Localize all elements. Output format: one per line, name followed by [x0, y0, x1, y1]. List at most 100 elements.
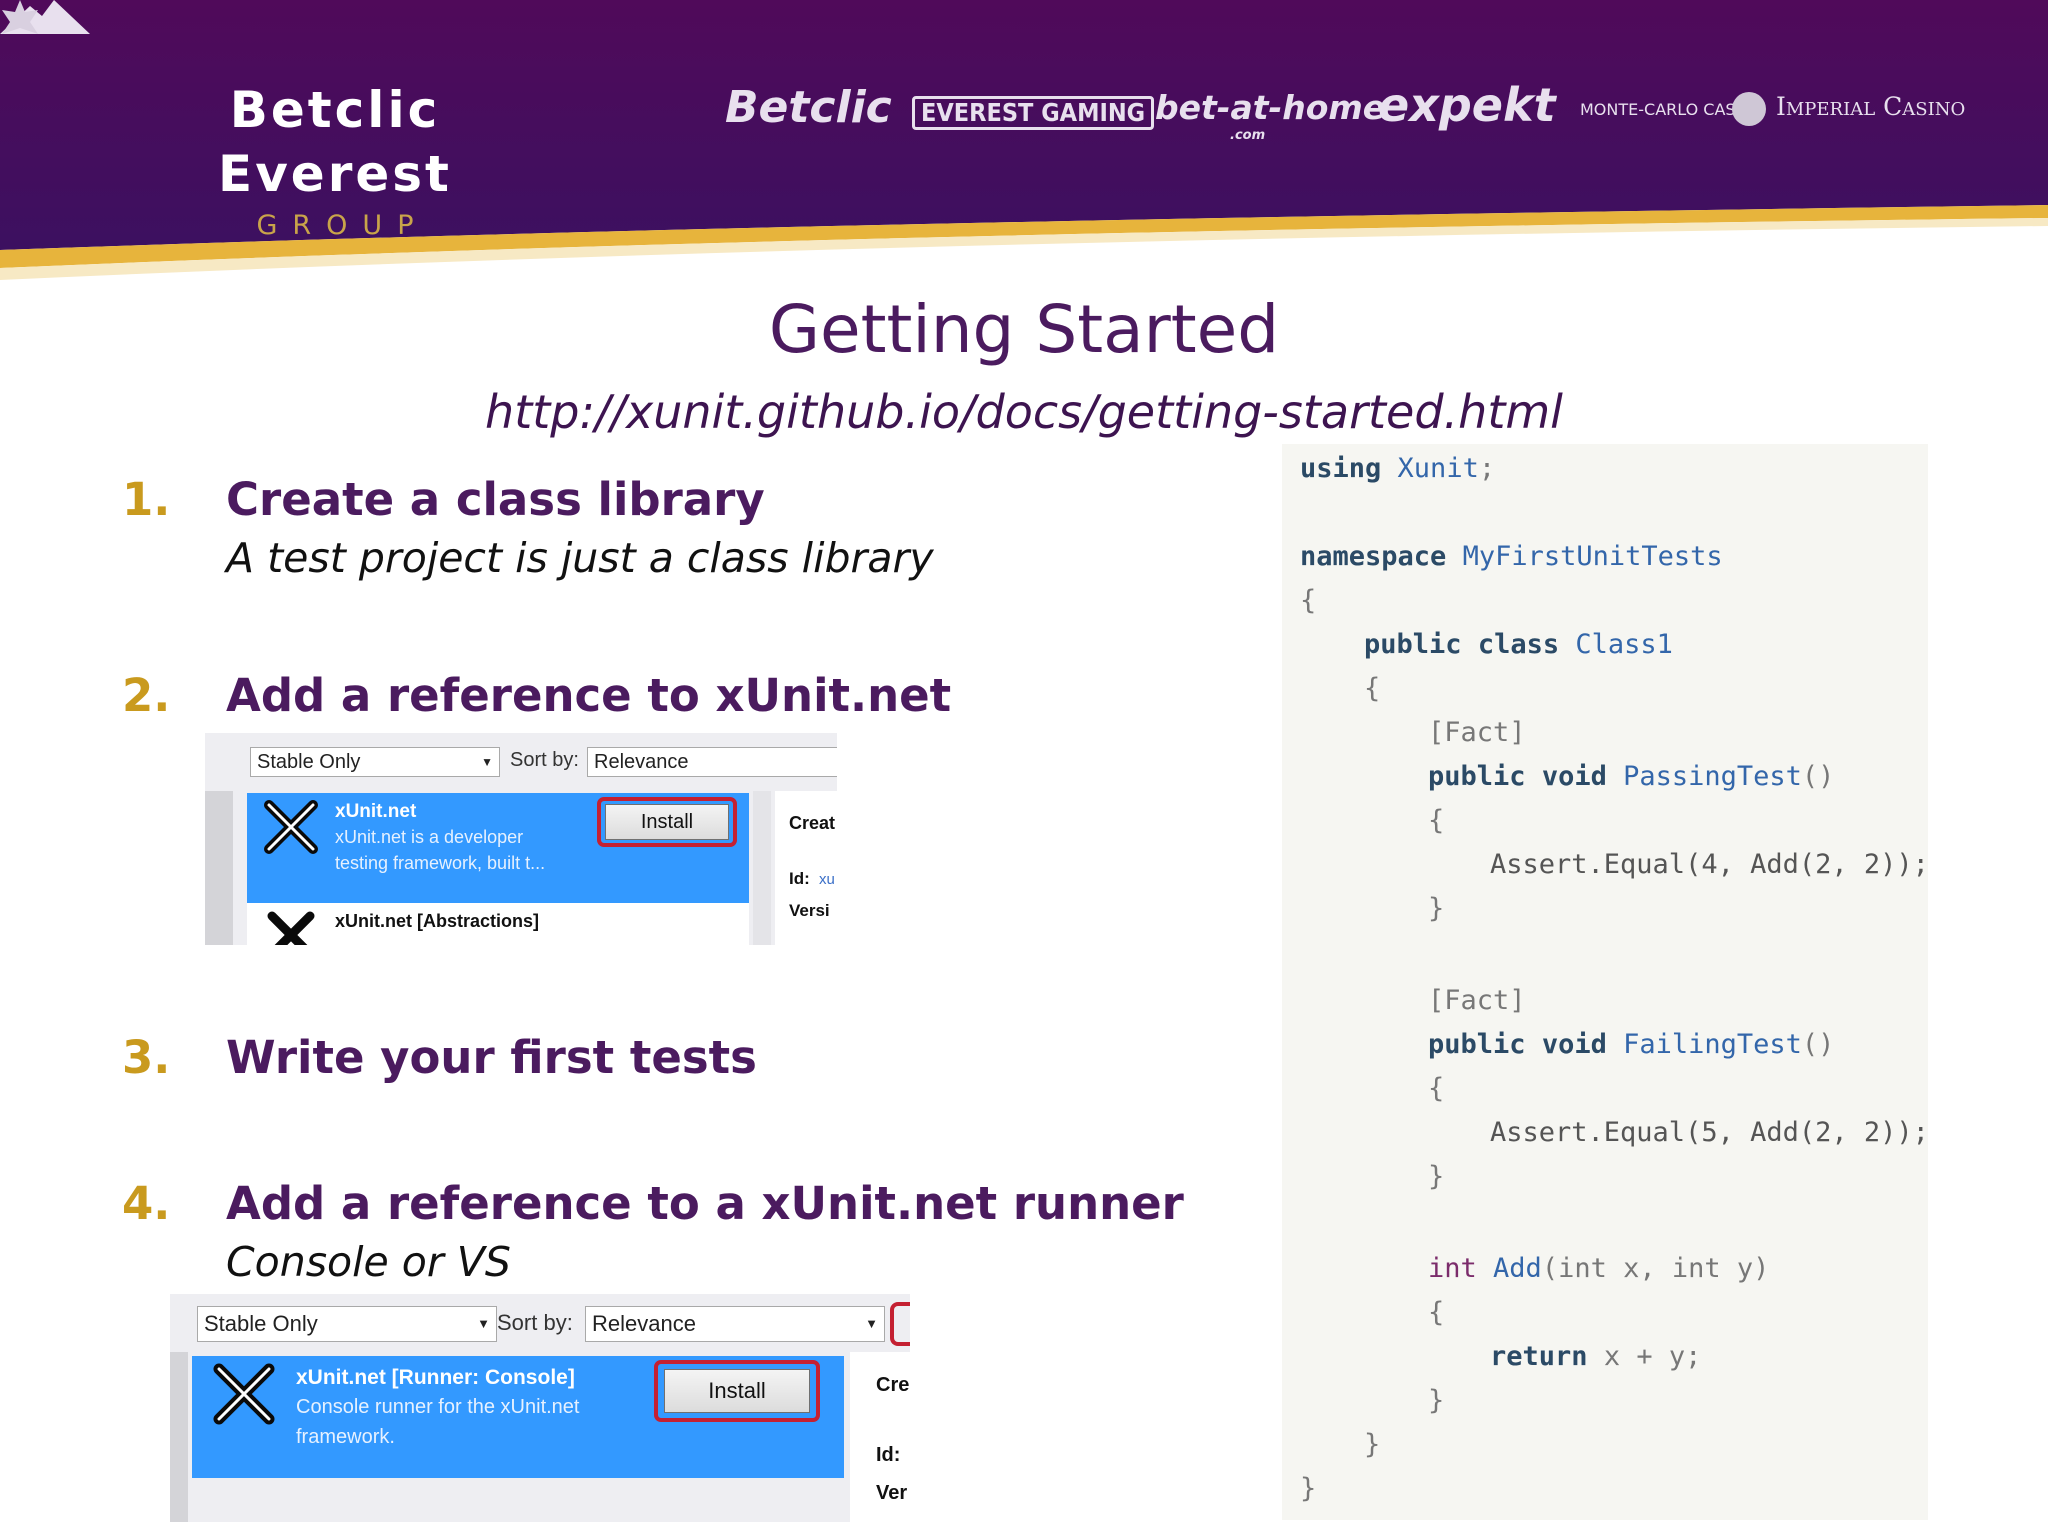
logo-bet-at-home-suffix: .com: [1230, 128, 1266, 143]
code-line-return: return x + y;: [1490, 1340, 1701, 1374]
package-description-line1: xUnit.net is a developer: [335, 827, 524, 847]
code-brace: }: [1428, 1385, 1445, 1416]
code-brace: {: [1300, 585, 1317, 616]
chevron-down-icon: ▼: [477, 1316, 490, 1331]
package-description-line1: Console runner for the xUnit.net: [296, 1396, 580, 1418]
step-1-title: Create a class library: [226, 473, 765, 526]
brand-name: Betclic Everest: [218, 81, 452, 203]
filter-select[interactable]: Stable Only ▼: [197, 1306, 497, 1342]
details-id-value: xu: [819, 871, 835, 888]
left-gutter: [205, 791, 233, 945]
code-attribute: [Fact]: [1428, 717, 1526, 748]
code-punct: (): [1801, 1029, 1835, 1060]
details-created-label: Cre: [876, 1374, 910, 1396]
left-gutter: [170, 1352, 188, 1522]
code-keyword: using: [1300, 453, 1382, 484]
code-keyword: namespace: [1300, 541, 1447, 572]
slide-url-link[interactable]: http://xunit.github.io/docs/getting-star…: [0, 382, 2048, 442]
sort-select[interactable]: Relevance ▼: [585, 1306, 885, 1342]
step-2-title: Add a reference to xUnit.net: [226, 669, 952, 722]
code-brace: }: [1364, 1429, 1381, 1460]
logo-imperial-casino: Imperial Casino: [1776, 92, 1966, 121]
code-params: (int x, int y): [1541, 1253, 1770, 1284]
code-class-name: Class1: [1575, 629, 1673, 660]
step-1-number: 1.: [122, 473, 171, 526]
code-line-method-1: public void PassingTest(): [1428, 760, 1834, 794]
code-keyword: class: [1477, 629, 1560, 660]
code-line-using: using Xunit;: [1300, 452, 1495, 486]
nuget-xunit-screenshot: Stable Only ▼ Sort by: Relevance xUnit.n…: [205, 733, 837, 945]
code-line-class: public class Class1: [1364, 628, 1673, 662]
package-description-line2: testing framework, built t...: [335, 853, 546, 873]
xunit-logo-icon: [264, 800, 318, 854]
step-1-subtitle: A test project is just a class library: [226, 534, 934, 582]
logo-expekt: expekt: [1378, 78, 1556, 132]
step-4-title: Add a reference to a xUnit.net runner: [226, 1177, 1184, 1230]
code-namespace-name: MyFirstUnitTests: [1462, 541, 1723, 572]
code-keyword: public: [1428, 1029, 1526, 1060]
step-4-subtitle: Console or VS: [226, 1238, 511, 1286]
code-method-name: FailingTest: [1623, 1029, 1802, 1060]
sort-select[interactable]: Relevance: [587, 747, 837, 777]
header-banner: Betclic Everest GROUP Betclic EVEREST GA…: [0, 0, 2048, 290]
code-brace: {: [1428, 805, 1445, 836]
details-version-label: Ver: [876, 1482, 908, 1504]
code-method-name: PassingTest: [1623, 761, 1802, 792]
sort-value: Relevance: [592, 1311, 696, 1336]
code-expression: x + y;: [1603, 1341, 1702, 1372]
details-created-label: Creat: [789, 813, 836, 833]
code-brace: {: [1428, 1297, 1445, 1328]
step-2-number: 2.: [122, 669, 171, 722]
monte-carlo-crown-icon: [2, 0, 38, 34]
chevron-down-icon: ▼: [865, 1316, 878, 1331]
logo-everest-gaming: EVEREST GAMING: [912, 96, 1155, 130]
code-brace: {: [1364, 673, 1381, 704]
code-punct: ;: [1478, 453, 1496, 484]
sort-label: Sort by:: [497, 1310, 573, 1335]
logo-monte-carlo-casino: MONTE-CARLO CASINO: [1580, 100, 1765, 119]
filter-value: Stable Only: [204, 1311, 318, 1336]
code-method-name: Add: [1493, 1253, 1542, 1284]
package-name: xUnit.net [Abstractions]: [335, 911, 540, 931]
filter-select[interactable]: Stable Only ▼: [250, 747, 500, 777]
code-punct: (): [1801, 761, 1835, 792]
scrollbar[interactable]: [753, 791, 771, 945]
step-4-number: 4.: [122, 1177, 171, 1230]
code-keyword: int: [1428, 1253, 1477, 1284]
code-keyword: void: [1541, 1029, 1607, 1060]
code-keyword: public: [1364, 629, 1462, 660]
filter-value: Stable Only: [257, 751, 361, 773]
code-keyword: public: [1428, 761, 1526, 792]
code-namespace: Xunit: [1397, 453, 1479, 484]
logo-betclic: Betclic: [725, 82, 892, 133]
details-version-label: Versi: [789, 901, 830, 920]
step-3-title: Write your first tests: [226, 1031, 757, 1084]
code-line-namespace: namespace MyFirstUnitTests: [1300, 540, 1723, 574]
details-id-label: Id:: [789, 869, 810, 888]
brand-logo: Betclic Everest GROUP: [115, 78, 555, 246]
imperial-casino-icon: [1732, 92, 1766, 126]
logo-bet-at-home: bet-at-home: [1155, 88, 1386, 127]
package-description-line2: framework.: [296, 1426, 395, 1448]
slide-title: Getting Started: [768, 291, 1280, 368]
highlight-ring-edge: [890, 1302, 910, 1346]
code-attribute: [Fact]: [1428, 985, 1526, 1016]
code-brace: {: [1428, 1073, 1445, 1104]
code-line-assert-2: Assert.Equal(5, Add(2, 2));: [1490, 1117, 1929, 1148]
package-name: xUnit.net [Runner: Console]: [296, 1366, 575, 1389]
code-keyword: void: [1541, 761, 1607, 792]
code-keyword: return: [1490, 1341, 1588, 1372]
code-brace: }: [1300, 1473, 1317, 1504]
nuget-runner-screenshot: Stable Only ▼ Sort by: Relevance ▼ xUnit…: [170, 1294, 910, 1522]
code-sample-panel: using Xunit; namespace MyFirstUnitTests …: [1282, 444, 1929, 1520]
install-button[interactable]: Install: [664, 1369, 810, 1413]
package-name: xUnit.net: [335, 801, 417, 822]
xunit-logo-icon: [213, 1363, 275, 1425]
install-button[interactable]: Install: [605, 804, 729, 840]
xunit-logo-icon: [267, 911, 315, 945]
code-brace: }: [1428, 893, 1445, 924]
code-line-method-2: public void FailingTest(): [1428, 1028, 1834, 1062]
code-line-assert-1: Assert.Equal(4, Add(2, 2));: [1490, 849, 1929, 880]
brand-subtitle: GROUP: [256, 210, 429, 241]
details-id-label: Id:: [876, 1444, 901, 1466]
